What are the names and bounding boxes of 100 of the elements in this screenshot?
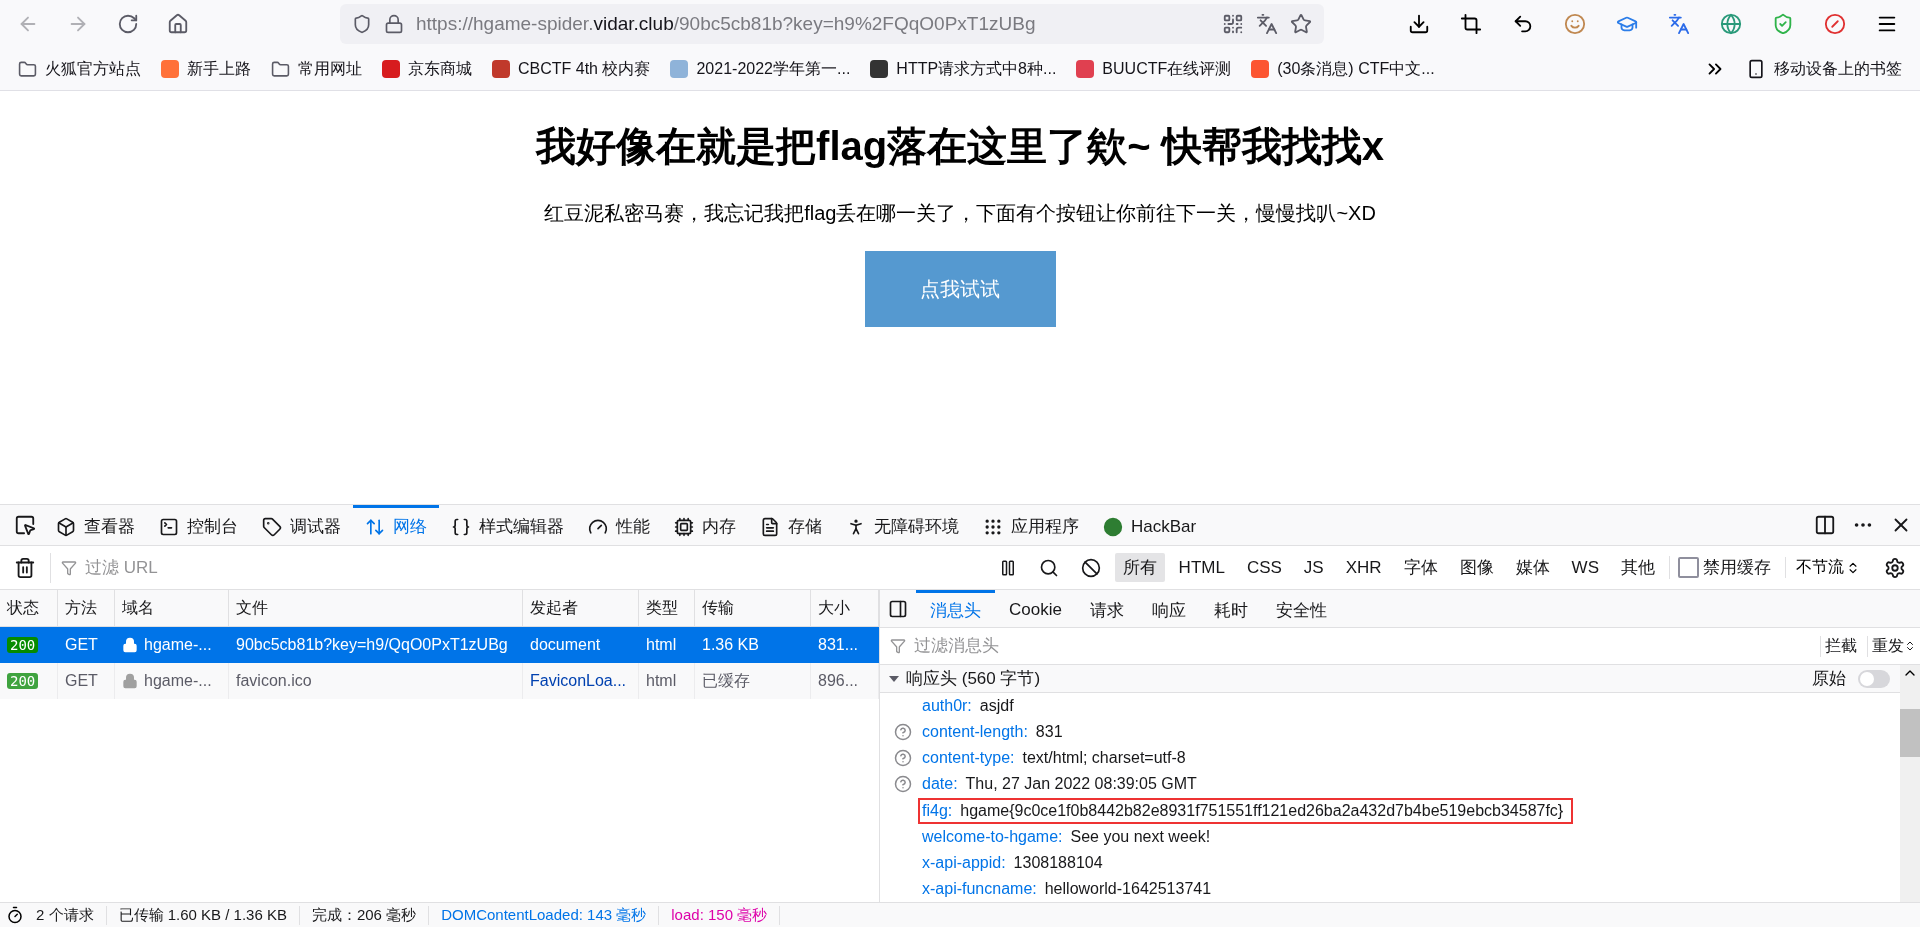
filter-headers-field[interactable]: 过滤消息头	[912, 635, 1814, 657]
star-icon[interactable]	[1290, 13, 1312, 35]
column-header[interactable]: 类型	[639, 590, 695, 627]
shield-check-icon[interactable]	[1772, 13, 1794, 35]
table-cell[interactable]: 896...	[811, 663, 879, 699]
table-cell[interactable]: 90bc5cb81b?key=h9/QqO0PxT1zUBg	[229, 627, 523, 663]
detail-tab[interactable]: 消息头	[916, 590, 995, 627]
bookmark[interactable]: CBCTF 4th 校内赛	[492, 58, 651, 80]
translate-icon[interactable]	[1668, 13, 1690, 35]
section-header[interactable]: 响应头 (560 字节) 原始	[880, 665, 1900, 693]
translate-icon[interactable]	[1256, 13, 1278, 35]
column-header[interactable]: 发起者	[523, 590, 639, 627]
pointer-icon[interactable]	[14, 514, 36, 536]
column-header[interactable]: 文件	[229, 590, 523, 627]
globe-icon[interactable]	[1720, 13, 1742, 35]
detail-tab[interactable]: 响应	[1137, 590, 1200, 627]
blocked-icon[interactable]	[1824, 13, 1846, 35]
bookmark[interactable]: HTTP请求方式中8种...	[870, 58, 1057, 80]
devtools-tab[interactable]: HackBar	[1091, 505, 1209, 545]
help-icon[interactable]	[894, 749, 912, 768]
detail-tab[interactable]: Cookie	[995, 590, 1076, 627]
table-cell[interactable]: hgame-...	[115, 663, 229, 699]
help-icon[interactable]	[894, 723, 912, 742]
status-text: load: 150 毫秒	[671, 905, 781, 925]
column-header[interactable]: 域名	[115, 590, 229, 627]
detail-tab[interactable]: 请求	[1075, 590, 1138, 627]
caret-icon[interactable]	[1904, 640, 1916, 652]
table-cell[interactable]: 已缓存	[695, 663, 811, 699]
block-icon[interactable]	[1080, 557, 1101, 578]
home-icon[interactable]	[167, 13, 189, 35]
bookmark[interactable]: BUUCTF在线评测	[1076, 58, 1232, 80]
bookmark[interactable]: 常用网址	[271, 58, 362, 80]
detail-tab[interactable]: 耗时	[1199, 590, 1262, 627]
raw-toggle[interactable]	[1858, 669, 1890, 688]
devtools-tab[interactable]: 控制台	[147, 505, 250, 545]
type-filter[interactable]: 图像	[1451, 553, 1502, 582]
bookmark[interactable]: 2021-2022学年第一...	[670, 58, 851, 80]
reply-icon[interactable]	[1512, 13, 1534, 35]
table-cell[interactable]: GET	[58, 627, 115, 663]
bookmark[interactable]: 京东商城	[382, 58, 472, 80]
action-button[interactable]: 拦截	[1820, 635, 1861, 657]
crop-icon[interactable]	[1460, 13, 1482, 35]
filter-url-field[interactable]: 过滤 URL	[83, 556, 985, 579]
type-filter[interactable]: 其他	[1613, 553, 1663, 582]
column-header[interactable]: 传输	[695, 590, 811, 627]
bookmark[interactable]: 新手上路	[161, 58, 251, 80]
devtools-tab[interactable]: 样式编辑器	[439, 505, 576, 545]
type-filter[interactable]: HTML	[1170, 554, 1233, 581]
table-cell[interactable]: html	[639, 627, 695, 663]
devtools-tab[interactable]: 查看器	[44, 505, 147, 545]
table-cell[interactable]: 1.36 KB	[695, 627, 811, 663]
address-bar[interactable]: https://hgame-spider.vidar.club/90bc5cb81b?key=h9%2FQqO0PxT1zUBg	[340, 4, 1324, 44]
table-cell[interactable]: favicon.ico	[229, 663, 523, 699]
throttle-select[interactable]: 不节流	[1785, 557, 1870, 578]
type-filter[interactable]: WS	[1563, 554, 1607, 581]
action-button[interactable]: 重发	[1867, 635, 1920, 657]
devtools-tab[interactable]: 内存	[662, 505, 748, 545]
devtools-tab[interactable]: 存储	[748, 505, 834, 545]
column-header[interactable]: 方法	[58, 590, 115, 627]
devtools-tab[interactable]: 应用程序	[971, 505, 1091, 545]
disable-cache-checkbox[interactable]: 禁用缓存	[1669, 556, 1779, 579]
devtools-tab[interactable]: 调试器	[250, 505, 353, 545]
bookmark[interactable]: (30条消息) CTF中文...	[1251, 58, 1435, 80]
table-cell[interactable]: hgame-...	[115, 627, 229, 663]
mobile-bookmarks[interactable]: 移动设备上的书签	[1746, 58, 1902, 80]
detail-tab[interactable]: 安全性	[1261, 590, 1341, 627]
table-cell[interactable]: document	[523, 627, 639, 663]
lock-icon[interactable]	[384, 14, 404, 34]
table-cell[interactable]: html	[639, 663, 695, 699]
type-filter[interactable]: JS	[1295, 554, 1332, 581]
table-cell[interactable]: FaviconLoa...	[523, 663, 639, 699]
column-header[interactable]: 大小	[811, 590, 879, 627]
qr-code-icon[interactable]	[1222, 13, 1244, 35]
devtools-tab[interactable]: 无障碍环境	[834, 505, 971, 545]
column-header[interactable]: 状态	[0, 590, 58, 627]
bookmark[interactable]: 火狐官方站点	[18, 58, 141, 80]
type-filter[interactable]: 字体	[1395, 553, 1446, 582]
columns-icon[interactable]	[1814, 514, 1836, 536]
type-filter[interactable]: 媒体	[1507, 553, 1558, 582]
table-cell[interactable]: GET	[58, 663, 115, 699]
trash-icon[interactable]	[14, 556, 36, 579]
type-filter[interactable]: CSS	[1238, 554, 1290, 581]
lock-icon	[122, 673, 138, 689]
scrollbar[interactable]	[1900, 665, 1920, 902]
table-cell[interactable]: 831...	[811, 627, 879, 663]
table-cell[interactable]: 200	[0, 627, 58, 663]
type-filter[interactable]: 所有	[1114, 553, 1165, 582]
panel-icon[interactable]	[888, 598, 908, 619]
shield-icon[interactable]	[352, 14, 372, 34]
search-icon[interactable]	[1038, 557, 1059, 578]
section-title: 响应头 (560 字节)	[906, 668, 1041, 690]
type-filter[interactable]: XHR	[1337, 554, 1390, 581]
settings-icon[interactable]	[1884, 556, 1906, 579]
download-icon[interactable]	[1408, 13, 1430, 35]
header-value: 831	[1035, 723, 1063, 742]
reload-icon[interactable]	[117, 13, 139, 35]
scroll-thumb[interactable]	[1900, 709, 1920, 757]
help-icon[interactable]	[894, 775, 912, 794]
devtools-tab[interactable]: 网络	[353, 505, 439, 545]
devtools-tab[interactable]: 性能	[576, 505, 662, 545]
